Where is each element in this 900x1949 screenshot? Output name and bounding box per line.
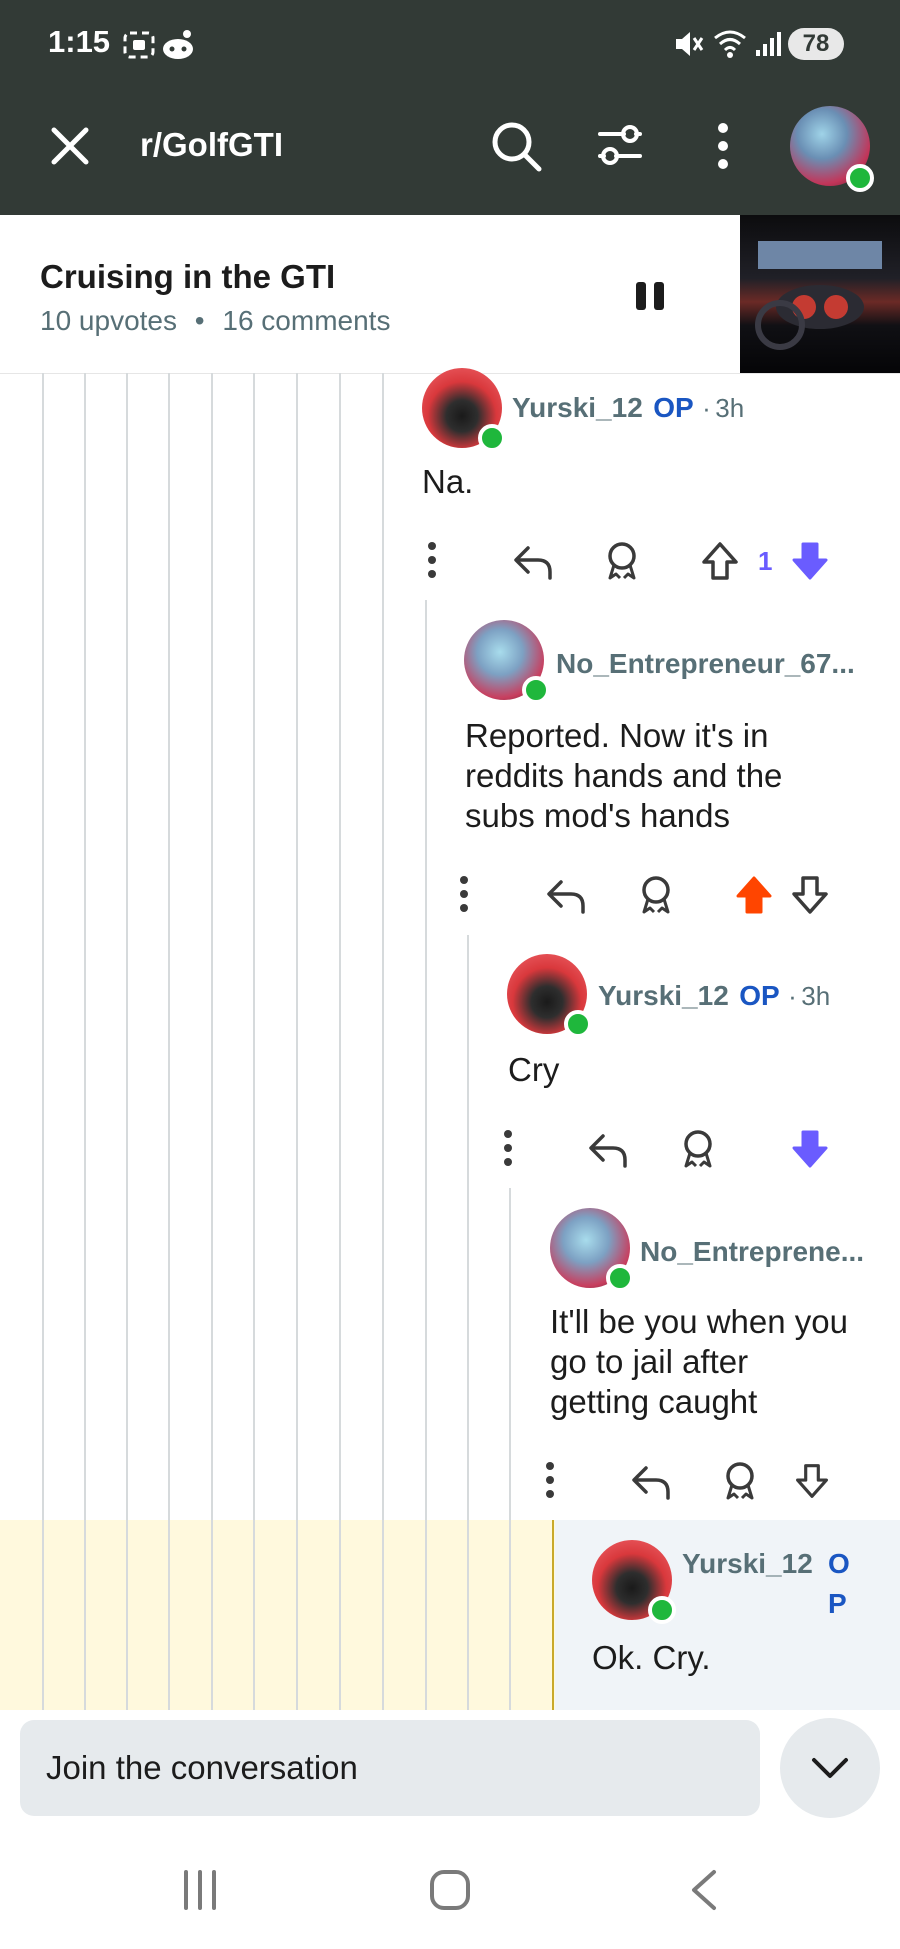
- reply-icon[interactable]: [587, 1130, 629, 1170]
- op-badge-part: O: [828, 1548, 850, 1579]
- more-options-icon[interactable]: [456, 874, 472, 914]
- status-time: 1:15: [48, 24, 111, 59]
- meta-separator: ·: [702, 393, 711, 423]
- signal-icon: [756, 32, 781, 56]
- op-badge: OP: [653, 392, 694, 423]
- thread-line[interactable]: [42, 373, 44, 1710]
- online-indicator: [522, 676, 550, 704]
- award-icon[interactable]: [602, 540, 642, 582]
- comment-header: Yurski_12 OP · 3h: [598, 980, 830, 1012]
- comment-header: Yurski_12 OP · 3h: [512, 392, 744, 424]
- join-conversation-input[interactable]: Join the conversation: [20, 1720, 760, 1816]
- op-badge: OP: [739, 980, 780, 1011]
- chevron-down-icon: [812, 1758, 848, 1778]
- comment-line: reddits hands and the: [465, 757, 783, 794]
- award-icon[interactable]: [720, 1460, 760, 1502]
- comment-count: 16 comments: [222, 305, 391, 336]
- more-options-icon[interactable]: [500, 1128, 516, 1168]
- more-options-icon[interactable]: [712, 118, 734, 174]
- award-icon[interactable]: [636, 874, 676, 916]
- comment-username[interactable]: No_Entreprene...: [640, 1236, 864, 1268]
- downvote-icon[interactable]: [790, 874, 830, 916]
- subreddit-name[interactable]: r/GolfGTI: [140, 126, 283, 164]
- comment-time: 3h: [801, 981, 831, 1011]
- thread-line[interactable]: [168, 373, 170, 1710]
- recent-apps-icon[interactable]: [178, 1868, 222, 1912]
- reply-icon[interactable]: [630, 1462, 672, 1502]
- close-icon[interactable]: [48, 124, 92, 168]
- upvote-icon[interactable]: [734, 874, 774, 916]
- sort-filter-icon[interactable]: [596, 118, 644, 172]
- collapse-thread-button[interactable]: [780, 1718, 880, 1818]
- more-options-icon[interactable]: [542, 1460, 558, 1500]
- thread-line[interactable]: [339, 373, 341, 1710]
- thread-line[interactable]: [425, 600, 427, 1710]
- meta-separator: ·: [788, 981, 797, 1011]
- thread-line[interactable]: [126, 373, 128, 1710]
- post-title: Cruising in the GTI: [40, 258, 336, 295]
- comment-body: Ok. Cry.: [592, 1639, 711, 1676]
- downvote-icon[interactable]: [794, 1462, 830, 1500]
- post-meta: 10 upvotes • 16 comments: [40, 305, 390, 337]
- thread-line[interactable]: [253, 373, 255, 1710]
- video-thumbnail[interactable]: [740, 215, 900, 373]
- op-badge-part: P: [828, 1588, 847, 1619]
- upvote-icon[interactable]: [700, 540, 740, 582]
- reply-icon[interactable]: [545, 876, 587, 916]
- online-indicator: [478, 424, 506, 452]
- wifi-icon: [714, 30, 746, 58]
- vote-count: 1: [758, 546, 773, 576]
- comment-username[interactable]: Yurski_12: [512, 392, 643, 423]
- thread-line[interactable]: [382, 373, 384, 1710]
- back-icon[interactable]: [686, 1866, 722, 1914]
- thread-line[interactable]: [296, 373, 298, 1710]
- more-options-icon[interactable]: [424, 540, 440, 580]
- battery-indicator: 78: [788, 28, 844, 60]
- online-indicator: [846, 164, 874, 192]
- reddit-notification-icon: [163, 30, 193, 59]
- meta-separator: •: [194, 305, 205, 336]
- award-icon[interactable]: [678, 1128, 718, 1170]
- screenshot-icon: [123, 31, 155, 59]
- online-indicator: [564, 1010, 592, 1038]
- thread-line[interactable]: [211, 373, 213, 1710]
- comment-line: go to jail after: [550, 1343, 749, 1380]
- comment-line: Reported. Now it's in: [465, 717, 769, 754]
- comment-body: Cry: [508, 1051, 560, 1088]
- downvote-icon[interactable]: [790, 1128, 830, 1170]
- upvote-count: 10 upvotes: [40, 305, 177, 336]
- comment-body: Reported. Now it's in reddits hands and …: [465, 716, 782, 836]
- comment-body: It'll be you when you go to jail after g…: [550, 1302, 848, 1422]
- thread-line-highlight[interactable]: [552, 1520, 554, 1710]
- downvote-icon[interactable]: [790, 540, 830, 582]
- comment-body: Na.: [422, 463, 474, 500]
- pause-icon[interactable]: [632, 278, 668, 314]
- home-icon[interactable]: [428, 1868, 472, 1912]
- comment-username[interactable]: No_Entrepreneur_67...: [556, 648, 855, 680]
- comment-username[interactable]: Yurski_12: [682, 1548, 813, 1580]
- comment-time: 3h: [715, 393, 745, 423]
- search-icon[interactable]: [488, 118, 544, 174]
- mute-icon: [676, 32, 704, 56]
- thread-line[interactable]: [467, 935, 469, 1710]
- comment-username[interactable]: Yurski_12: [598, 980, 729, 1011]
- comment-line: getting caught: [550, 1383, 758, 1420]
- dashboard-image: [755, 241, 882, 350]
- online-indicator: [606, 1264, 634, 1292]
- online-indicator: [648, 1596, 676, 1624]
- comment-line: subs mod's hands: [465, 797, 730, 834]
- reply-icon[interactable]: [512, 542, 554, 582]
- comment-line: It'll be you when you: [550, 1303, 848, 1340]
- thread-line[interactable]: [509, 1188, 511, 1710]
- thread-line[interactable]: [84, 373, 86, 1710]
